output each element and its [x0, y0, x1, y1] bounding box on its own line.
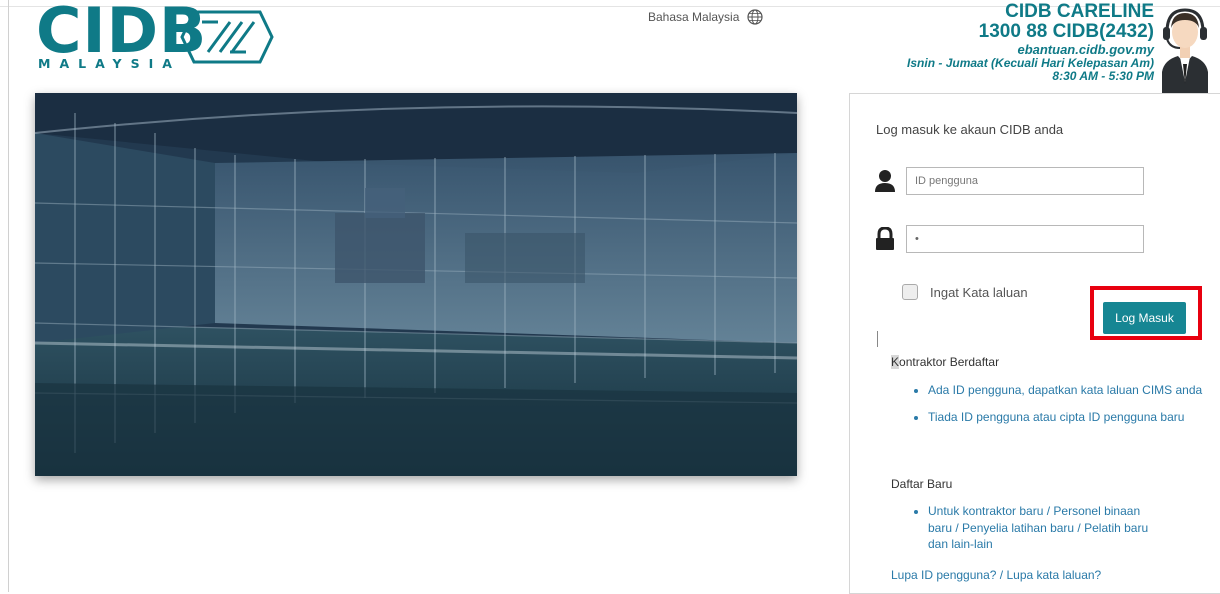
remember-password[interactable]: Ingat Kata laluan	[902, 284, 1028, 300]
careline-title: CIDB CARELINE	[1005, 1, 1154, 22]
list-item: Untuk kontraktor baru / Personel binaan …	[928, 503, 1158, 553]
login-panel: Log masuk ke akaun CIDB anda Ingat Kata …	[849, 93, 1220, 594]
registered-links: Ada ID pengguna, dapatkan kata laluan CI…	[908, 382, 1202, 435]
careline-url: ebantuan.cidb.gov.my	[1017, 42, 1154, 57]
left-divider	[8, 0, 9, 592]
forgot-links: Lupa ID pengguna? / Lupa kata laluan?	[891, 568, 1101, 582]
list-item: Tiada ID pengguna atau cipta ID pengguna…	[928, 409, 1202, 426]
username-input[interactable]	[906, 167, 1144, 195]
user-icon	[875, 170, 895, 192]
logo-mark-icon	[180, 10, 274, 64]
registered-contractor-title: Kontraktor Berdaftar	[891, 355, 1000, 369]
language-label: Bahasa Malaysia	[648, 10, 740, 24]
forgot-password-link[interactable]: Lupa kata laluan?	[1006, 568, 1101, 582]
login-button[interactable]: Log Masuk	[1103, 302, 1186, 334]
create-user-id-link[interactable]: Tiada ID pengguna atau cipta ID pengguna…	[928, 410, 1184, 424]
forgot-separator: /	[999, 568, 1004, 582]
password-input[interactable]	[906, 225, 1144, 253]
cidb-logo[interactable]: CIDB MALAYSIA	[36, 0, 276, 74]
careline-hours: 8:30 AM - 5:30 PM	[1052, 69, 1154, 83]
text-cursor	[877, 331, 878, 347]
globe-icon	[747, 9, 763, 25]
login-title: Log masuk ke akaun CIDB anda	[876, 122, 1064, 137]
password-row	[874, 225, 1144, 253]
forgot-user-id-link[interactable]: Lupa ID pengguna?	[891, 568, 996, 582]
remember-checkbox[interactable]	[902, 284, 918, 300]
hero-image	[35, 93, 797, 476]
logo-subtext: MALAYSIA	[38, 56, 181, 71]
remember-label: Ingat Kata laluan	[930, 284, 1028, 300]
careline-info: CIDB CARELINE 1300 88 CIDB(2432) ebantua…	[907, 2, 1154, 83]
username-row	[874, 167, 1144, 195]
new-registration-link[interactable]: Untuk kontraktor baru / Personel binaan …	[928, 504, 1148, 551]
careline-phone: 1300 88 CIDB(2432)	[978, 21, 1154, 42]
language-switch[interactable]: Bahasa Malaysia	[648, 9, 763, 25]
headset-agent-icon	[1162, 8, 1208, 94]
new-registration-title: Daftar Baru	[891, 477, 953, 491]
list-item: Ada ID pengguna, dapatkan kata laluan CI…	[928, 382, 1202, 399]
new-registration-links: Untuk kontraktor baru / Personel binaan …	[908, 503, 1158, 563]
lock-icon	[876, 227, 894, 250]
airport-glass-photo	[35, 93, 797, 476]
get-cims-password-link[interactable]: Ada ID pengguna, dapatkan kata laluan CI…	[928, 383, 1202, 397]
